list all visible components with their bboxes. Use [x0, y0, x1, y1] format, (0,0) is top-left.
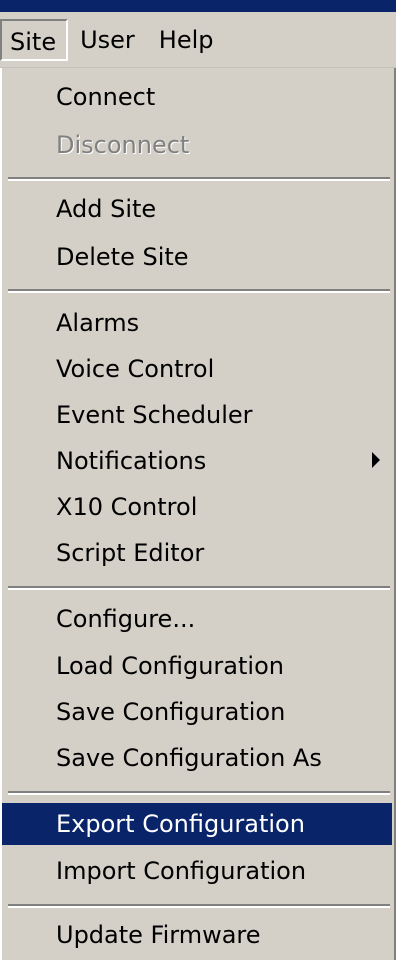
- menu-item-event-scheduler[interactable]: Event Scheduler: [2, 394, 392, 436]
- menu-item-connect[interactable]: Connect: [2, 76, 392, 118]
- application-window: Site User Help Connect Disconnect Add Si…: [0, 0, 396, 960]
- menu-separator: [8, 791, 390, 795]
- menu-site[interactable]: Site: [0, 18, 69, 61]
- menu-separator: [8, 904, 390, 908]
- menu-item-load-configuration[interactable]: Load Configuration: [2, 645, 392, 687]
- menu-item-script-editor[interactable]: Script Editor: [2, 532, 392, 574]
- site-dropdown-menu: Connect Disconnect Add Site Delete Site …: [0, 68, 396, 960]
- menu-separator: [8, 177, 390, 181]
- menu-separator: [8, 289, 390, 293]
- menu-item-notifications[interactable]: Notifications: [2, 440, 392, 482]
- menu-item-configure[interactable]: Configure...: [2, 598, 392, 640]
- menu-bar: Site User Help: [0, 12, 396, 68]
- menu-item-delete-site[interactable]: Delete Site: [2, 236, 392, 278]
- menu-item-add-site[interactable]: Add Site: [2, 188, 392, 230]
- menu-item-voice-control[interactable]: Voice Control: [2, 348, 392, 390]
- submenu-arrow-icon: [372, 452, 380, 468]
- menu-item-save-configuration[interactable]: Save Configuration: [2, 691, 392, 733]
- menu-item-x10-control[interactable]: X10 Control: [2, 486, 392, 528]
- menu-separator: [8, 586, 390, 590]
- menu-item-disconnect: Disconnect: [56, 131, 190, 159]
- menu-item-alarms[interactable]: Alarms: [2, 302, 392, 344]
- menu-item-save-configuration-as[interactable]: Save Configuration As: [2, 737, 392, 779]
- menu-item-update-firmware[interactable]: Update Firmware: [2, 914, 392, 956]
- menu-help[interactable]: Help: [147, 19, 226, 61]
- menu-item-import-configuration[interactable]: Import Configuration: [2, 850, 392, 892]
- window-title-strip: [0, 0, 396, 12]
- menu-item-notifications-label: Notifications: [56, 447, 207, 475]
- menu-user[interactable]: User: [68, 19, 147, 61]
- menu-item-export-configuration[interactable]: Export Configuration: [2, 803, 392, 845]
